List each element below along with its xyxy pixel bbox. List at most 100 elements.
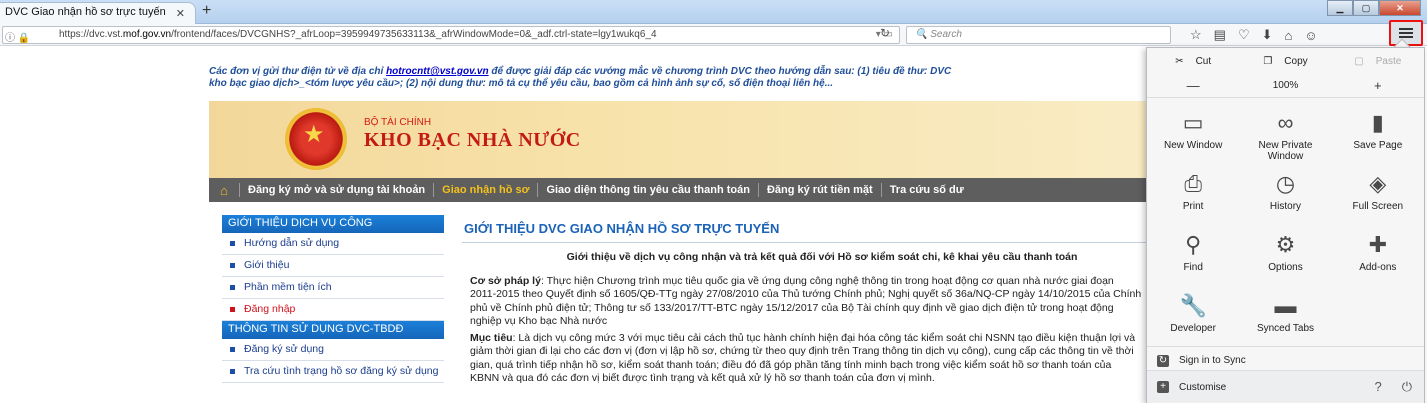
legal-basis-paragraph: Cơ sở pháp lý: Thực hiện Chương trình mụ… <box>462 275 1142 328</box>
options-gear-icon: ⚙ <box>1275 232 1296 257</box>
nav-payment-request[interactable]: Giao diện thông tin yêu cầu thanh toán <box>537 183 758 197</box>
save-page-label: Save Page <box>1353 140 1403 151</box>
cut-button[interactable]: ✂ Cut <box>1147 48 1239 74</box>
home-nav-icon[interactable]: ⌂ <box>209 178 239 202</box>
navigation-toolbar: ⓘ 🔒 https://dvc.vst.mof.gov.vn/frontend/… <box>0 24 1427 46</box>
sidebar-item-utilities[interactable]: Phần mềm tiện ích <box>222 277 444 299</box>
site-banner: BỘ TÀI CHÍNH KHO BẠC NHÀ NƯỚC <box>209 101 1149 178</box>
new-tab-icon[interactable]: + <box>202 2 211 20</box>
url-bar[interactable]: ⓘ 🔒 https://dvc.vst.mof.gov.vn/frontend/… <box>2 26 900 44</box>
notice-text-2: để được giải đáp các vướng mắc về chương… <box>491 66 952 77</box>
search-input[interactable]: 🔍 Search <box>906 26 1171 44</box>
developer-button[interactable]: 🔧 Developer <box>1147 287 1239 348</box>
sidebar-heading-usage: THÔNG TIN SỬ DỤNG DVC-TBDĐ <box>222 321 444 339</box>
history-button[interactable]: ◷ History <box>1239 165 1331 226</box>
url-path: /frontend/faces/DVCGNHS?_afrLoop=3959949… <box>171 29 657 40</box>
addons-button[interactable]: ✚ Add-ons <box>1332 226 1424 287</box>
search-placeholder: Search <box>930 29 962 40</box>
reload-icon[interactable]: ↻ <box>880 26 890 40</box>
home-icon[interactable]: ⌂ <box>1285 28 1293 43</box>
save-page-icon: ▮ <box>1371 110 1384 135</box>
site-info-icon[interactable]: ⓘ 🔒 <box>5 29 30 44</box>
treasury-emblem-icon <box>285 108 347 170</box>
find-label: Find <box>1183 262 1203 273</box>
sign-in-sync-button[interactable]: ↻ Sign in to Sync <box>1147 346 1424 370</box>
zoom-reset-button[interactable]: 100% <box>1239 74 1331 97</box>
ministry-name: BỘ TÀI CHÍNH <box>364 117 432 128</box>
minimize-icon[interactable]: ▁ <box>1327 0 1353 16</box>
customise-button[interactable]: Customise <box>1179 382 1226 393</box>
sync-icon: ↻ <box>1157 354 1169 367</box>
maximize-icon[interactable]: ▢ <box>1353 0 1379 16</box>
developer-label: Developer <box>1170 323 1216 334</box>
edit-controls: ✂ Cut ❐ Copy ▢ Paste <box>1147 48 1424 74</box>
developer-wrench-icon: 🔧 <box>1179 293 1207 318</box>
nav-cash-withdrawal[interactable]: Đăng ký rút tiền mặt <box>757 183 881 197</box>
chat-icon[interactable]: ☺ <box>1304 28 1317 43</box>
sidebar-item-guide[interactable]: Hướng dẫn sử dụng <box>222 233 444 255</box>
paste-button[interactable]: ▢ Paste <box>1332 48 1424 74</box>
full-screen-label: Full Screen <box>1352 201 1404 212</box>
new-window-button[interactable]: ▭ New Window <box>1147 104 1239 165</box>
sidebar: GIỚI THIỆU DỊCH VỤ CÔNG Hướng dẫn sử dụn… <box>222 215 444 383</box>
url-domain: mof.gov.vn <box>122 29 172 40</box>
zoom-in-button[interactable]: + <box>1332 74 1424 97</box>
sidebar-item-register[interactable]: Đăng ký sử dụng <box>222 339 444 361</box>
customise-icon[interactable]: + <box>1157 381 1169 393</box>
copy-button[interactable]: ❐ Copy <box>1239 48 1331 74</box>
organization-name: KHO BẠC NHÀ NƯỚC <box>364 129 581 151</box>
notice-text-3: kho bạc giao dịch>_<tóm lược yêu cầu>; (… <box>209 78 834 89</box>
new-private-window-button[interactable]: ∞ New Private Window <box>1239 104 1331 165</box>
sidebar-item-status-lookup[interactable]: Tra cứu tình trạng hồ sơ đăng ký sử dụng <box>222 361 444 383</box>
reading-list-icon[interactable]: ▤ <box>1214 27 1226 43</box>
app-menu-panel: ✂ Cut ❐ Copy ▢ Paste — 100% + ▭ New Window ∞… <box>1146 47 1425 403</box>
print-button[interactable]: ⎙ Print <box>1147 165 1239 226</box>
cut-label: Cut <box>1195 55 1212 67</box>
download-icon[interactable]: ⬇ <box>1262 27 1273 43</box>
find-button[interactable]: ⚲ Find <box>1147 226 1239 287</box>
objective-label: Mục tiêu <box>470 332 513 345</box>
tab-close-icon[interactable]: ✕ <box>176 7 185 20</box>
find-magnifier-icon: ⚲ <box>1185 232 1202 257</box>
nav-document-submission[interactable]: Giao nhận hồ sơ <box>433 183 537 197</box>
save-page-button[interactable]: ▮ Save Page <box>1332 104 1424 165</box>
browser-window: DVC Giao nhận hồ sơ trực tuyến ✕ + ▁ ▢ ✕… <box>0 0 1427 403</box>
addons-label: Add-ons <box>1359 262 1397 273</box>
support-notice: Các đơn vị gửi thư điện tử về địa chỉ ho… <box>209 66 1149 90</box>
window-close-icon[interactable]: ✕ <box>1379 0 1421 16</box>
help-icon[interactable]: ? <box>1374 379 1381 395</box>
zoom-out-button[interactable]: — <box>1147 74 1239 97</box>
addons-puzzle-icon: ✚ <box>1368 232 1388 257</box>
page-title: GIỚI THIỆU DVC GIAO NHẬN HỒ SƠ TRỰC TUYẾ… <box>462 215 1152 243</box>
bookmark-star-icon[interactable]: ☆ <box>1190 27 1202 43</box>
window-controls: ▁ ▢ ✕ <box>1327 0 1421 16</box>
support-email-link[interactable]: hotrocntt@vst.gov.vn <box>386 66 489 77</box>
options-button[interactable]: ⚙ Options <box>1239 226 1331 287</box>
sign-in-sync-label: Sign in to Sync <box>1179 355 1246 366</box>
quit-power-icon[interactable]: ⏻ <box>1402 379 1412 395</box>
full-screen-button[interactable]: ◈ Full Screen <box>1332 165 1424 226</box>
paste-icon: ▢ <box>1354 55 1364 67</box>
url-prefix: https://dvc.vst. <box>59 29 123 40</box>
options-label: Options <box>1268 262 1303 273</box>
tab-dvc[interactable]: DVC Giao nhận hồ sơ trực tuyến ✕ <box>0 2 196 24</box>
toolbar-icons: ☆ ▤ ♡ ⬇ ⌂ ☺ <box>1190 26 1318 44</box>
tab-title: DVC Giao nhận hồ sơ trực tuyến <box>5 6 166 18</box>
new-window-icon: ▭ <box>1182 110 1204 135</box>
nav-balance-lookup[interactable]: Tra cứu số dư <box>880 183 972 197</box>
synced-tabs-button[interactable]: ▬ Synced Tabs <box>1239 287 1331 348</box>
pocket-icon[interactable]: ♡ <box>1238 27 1250 43</box>
private-mask-icon: ∞ <box>1277 110 1294 135</box>
sidebar-item-login[interactable]: Đăng nhập <box>222 299 444 321</box>
legal-basis-text: : Thực hiện Chương trình mục tiêu quốc g… <box>470 275 1142 327</box>
synced-tabs-icon: ▬ <box>1274 293 1297 318</box>
sidebar-item-introduction[interactable]: Giới thiệu <box>222 255 444 277</box>
copy-icon: ❐ <box>1263 55 1273 67</box>
zoom-controls: — 100% + <box>1147 74 1424 98</box>
new-window-label: New Window <box>1163 140 1223 151</box>
notice-text-1: Các đơn vị gửi thư điện tử về địa chỉ <box>209 66 384 77</box>
print-label: Print <box>1182 201 1204 212</box>
nav-account-registration[interactable]: Đăng ký mở và sử dụng tài khoản <box>239 183 433 197</box>
url-text: https://dvc.vst.mof.gov.vn/frontend/face… <box>59 29 657 40</box>
legal-basis-label: Cơ sở pháp lý <box>470 275 541 287</box>
